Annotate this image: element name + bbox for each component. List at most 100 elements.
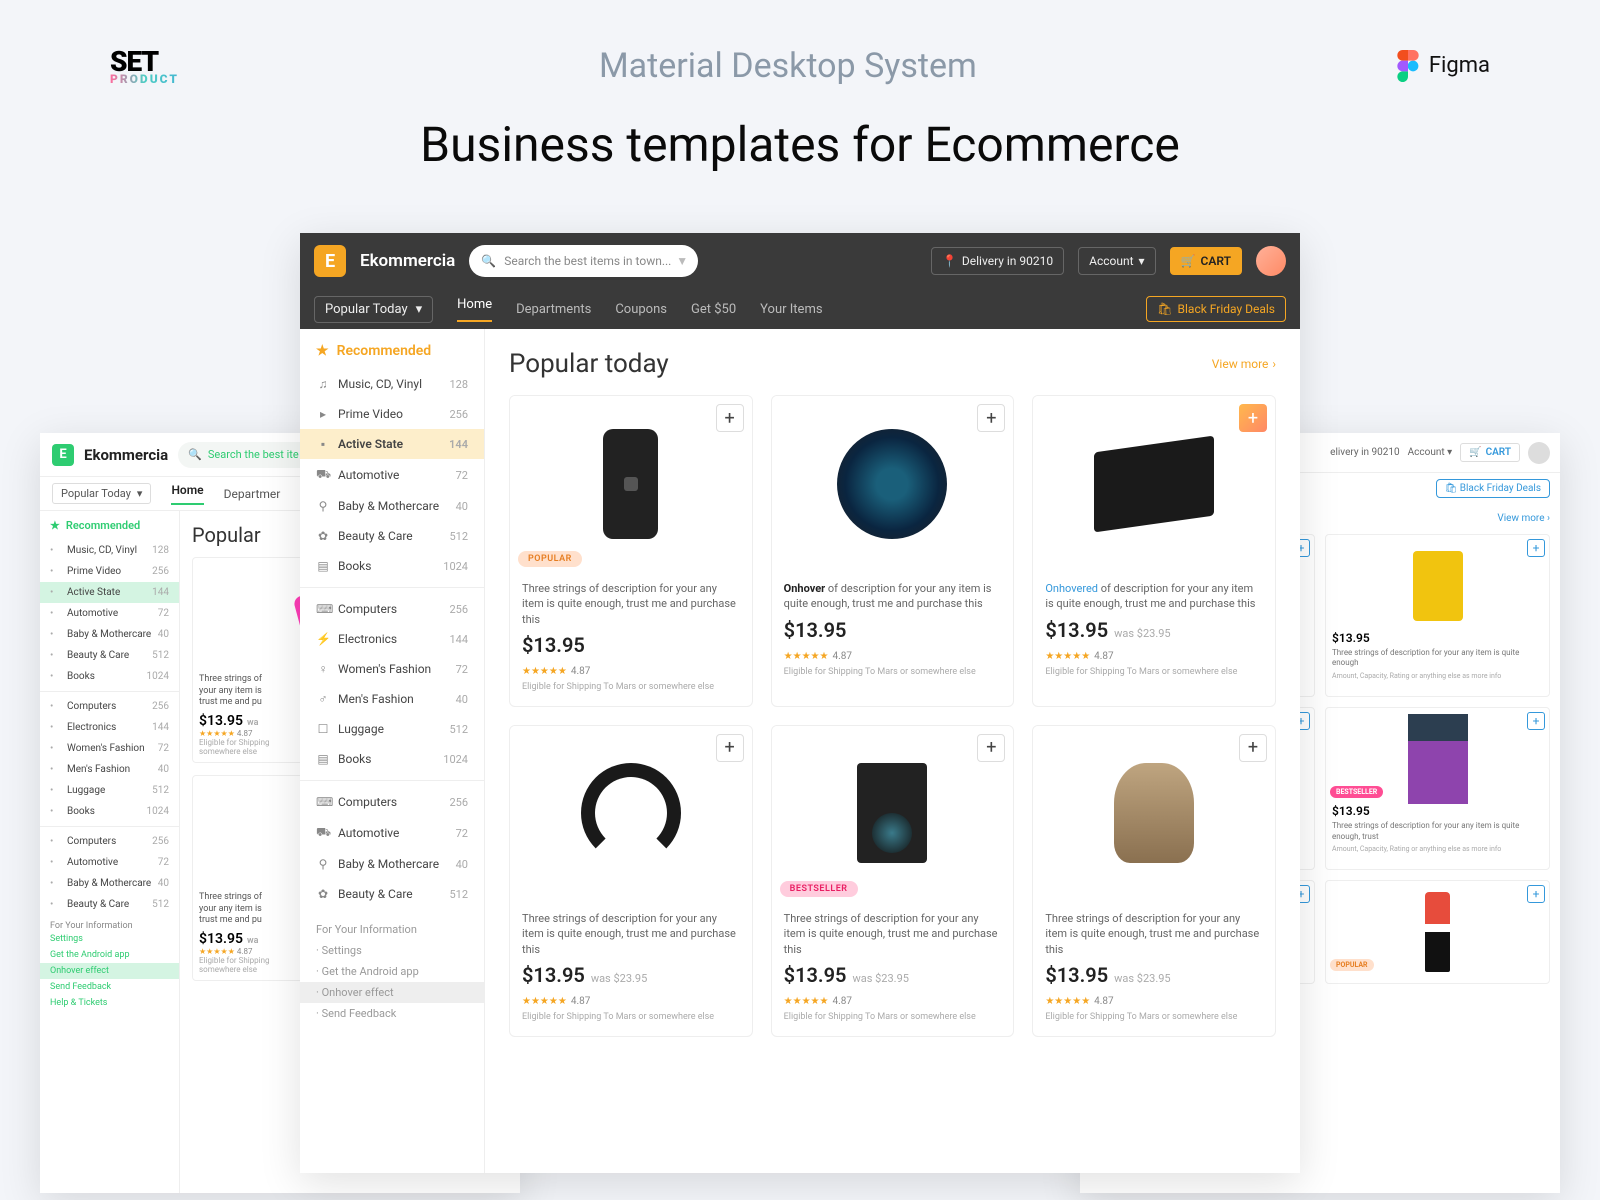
sidebar-category[interactable]: ▪Active State144: [300, 429, 484, 459]
sidebar-category[interactable]: •Women's Fashion72: [40, 738, 179, 759]
product-card[interactable]: + Three strings of description for your …: [1032, 725, 1276, 1037]
footer-feedback[interactable]: Send Feedback: [50, 979, 169, 995]
product-card[interactable]: + POPULAR Three strings of description f…: [509, 395, 753, 707]
account-menu[interactable]: Account ▾: [1408, 447, 1453, 458]
footer-settings[interactable]: Settings: [50, 931, 169, 947]
product-description: Three strings of description for your an…: [784, 911, 1002, 957]
sidebar-category[interactable]: ✿Beauty & Care512: [300, 521, 484, 551]
footer-onhover[interactable]: Onhover effect: [40, 963, 179, 979]
sidebar-category[interactable]: •Beauty & Care512: [40, 894, 179, 915]
sidebar-category[interactable]: ⚲Baby & Mothercare40: [300, 849, 484, 879]
product-card[interactable]: + Onhovered of description for your any …: [1032, 395, 1276, 707]
sidebar-category[interactable]: •Beauty & Care512: [40, 645, 179, 666]
tab-departments[interactable]: Departments: [516, 302, 591, 317]
sidebar-category[interactable]: ⌨Computers256: [300, 787, 484, 817]
footer-android[interactable]: · Get the Android app: [316, 961, 468, 982]
product-badge: POPULAR: [1330, 959, 1374, 971]
view-more-link[interactable]: View more ›: [1212, 357, 1276, 371]
add-button[interactable]: +: [1527, 712, 1545, 730]
sidebar-category[interactable]: •Computers256: [40, 831, 179, 852]
sidebar-category[interactable]: •Prime Video256: [40, 561, 179, 582]
product-card[interactable]: + Three strings of description for your …: [509, 725, 753, 1037]
cart-button[interactable]: 🛒CART: [1460, 443, 1520, 462]
cart-icon: 🛒: [1181, 254, 1196, 268]
product-card[interactable]: + Onhover of description for your any it…: [771, 395, 1015, 707]
avatar[interactable]: [1528, 442, 1550, 464]
category-icon: ✿: [316, 529, 330, 543]
popular-selector[interactable]: Popular Today▾: [52, 483, 151, 504]
footer-settings[interactable]: · Settings: [316, 940, 468, 961]
sidebar-recommended[interactable]: ★ Recommended: [300, 329, 484, 369]
sidebar-category[interactable]: ⛟Automotive72: [300, 817, 484, 849]
add-button[interactable]: +: [716, 404, 744, 432]
sidebar-category[interactable]: •Electronics144: [40, 717, 179, 738]
add-button[interactable]: +: [977, 734, 1005, 762]
add-button[interactable]: +: [977, 404, 1005, 432]
sidebar-category[interactable]: ♂Men's Fashion40: [300, 684, 484, 714]
tab-departments[interactable]: Departmer: [224, 487, 281, 501]
sidebar-category[interactable]: •Computers256: [40, 696, 179, 717]
avatar[interactable]: [1256, 246, 1286, 276]
black-friday-button[interactable]: 🛍 Black Friday Deals: [1436, 479, 1550, 498]
footer-feedback[interactable]: · Send Feedback: [316, 1003, 468, 1024]
sidebar-category[interactable]: ▸Prime Video256: [300, 399, 484, 429]
delivery-button[interactable]: 📍Delivery in 90210: [931, 247, 1064, 275]
sidebar-category[interactable]: ♫Music, CD, Vinyl128: [300, 369, 484, 399]
category-icon: ▤: [316, 752, 330, 766]
sidebar-category[interactable]: ⚲Baby & Mothercare40: [300, 491, 484, 521]
sidebar-category[interactable]: ✿Beauty & Care512: [300, 879, 484, 909]
category-icon: ⚡: [316, 632, 330, 646]
search-input[interactable]: 🔍 Search the best items in town... ▼: [469, 245, 698, 277]
sidebar-category[interactable]: •Music, CD, Vinyl128: [40, 540, 179, 561]
rating-stars: ★★★★★: [784, 651, 829, 662]
black-friday-button[interactable]: 🛍Black Friday Deals: [1146, 296, 1286, 322]
sidebar-category[interactable]: •Baby & Mothercare40: [40, 873, 179, 894]
sidebar-category[interactable]: ⚡Electronics144: [300, 624, 484, 654]
sidebar-category[interactable]: ▤Books1024: [300, 744, 484, 774]
footer-help[interactable]: Help & Tickets: [50, 995, 169, 1011]
add-button[interactable]: +: [1239, 404, 1267, 432]
tab-coupons[interactable]: Coupons: [615, 302, 667, 317]
sidebar-category[interactable]: •Luggage512: [40, 780, 179, 801]
tab-your-items[interactable]: Your Items: [760, 302, 822, 317]
category-icon: ♀: [316, 662, 330, 676]
rating-stars: ★★★★★: [1045, 651, 1090, 662]
footer-android[interactable]: Get the Android app: [50, 947, 169, 963]
add-button[interactable]: +: [1527, 539, 1545, 557]
category-icon: ▪: [316, 437, 330, 451]
tab-home[interactable]: Home: [171, 483, 203, 505]
filter-icon[interactable]: ▼: [676, 254, 688, 268]
sidebar-category[interactable]: •Automotive72: [40, 852, 179, 873]
sidebar-category[interactable]: •Baby & Mothercare40: [40, 624, 179, 645]
product-card[interactable]: + $13.95 Three strings of description fo…: [1325, 534, 1550, 697]
sidebar-category[interactable]: •Automotive72: [40, 603, 179, 624]
product-card[interactable]: + BESTSELLER $13.95 Three strings of des…: [1325, 707, 1550, 870]
account-menu[interactable]: Account▾: [1078, 247, 1155, 275]
rating-value: 4.87: [1094, 996, 1114, 1007]
sidebar-category[interactable]: •Men's Fashion40: [40, 759, 179, 780]
tab-home[interactable]: Home: [457, 297, 492, 322]
category-count: 40: [456, 693, 468, 706]
product-card[interactable]: + POPULAR: [1325, 880, 1550, 984]
add-button[interactable]: +: [1527, 885, 1545, 903]
cart-button[interactable]: 🛒CART: [1170, 247, 1242, 275]
product-card[interactable]: + BESTSELLER Three strings of descriptio…: [771, 725, 1015, 1037]
footer-onhover[interactable]: · Onhover effect: [300, 982, 484, 1003]
tab-get50[interactable]: Get $50: [691, 302, 736, 317]
popular-selector[interactable]: Popular Today▾: [314, 296, 433, 323]
sidebar-category[interactable]: ▤Books1024: [300, 551, 484, 581]
sidebar-category[interactable]: •Books1024: [40, 801, 179, 822]
rating-value: 4.87: [571, 996, 591, 1007]
sidebar-category[interactable]: •Active State144: [40, 582, 179, 603]
add-button[interactable]: +: [1239, 734, 1267, 762]
rating-stars: ★★★★★: [1045, 996, 1090, 1007]
sidebar-category[interactable]: ⛟Automotive72: [300, 459, 484, 491]
product-price: $13.95was $23.95: [522, 963, 740, 987]
add-button[interactable]: +: [716, 734, 744, 762]
sidebar-category[interactable]: ⌨Computers256: [300, 594, 484, 624]
sidebar-category[interactable]: ♀Women's Fashion72: [300, 654, 484, 684]
sidebar-category[interactable]: ☐Luggage512: [300, 714, 484, 744]
sidebar-category[interactable]: •Books1024: [40, 666, 179, 687]
category-count: 1024: [147, 671, 169, 682]
sidebar-recommended[interactable]: ★ Recommended: [40, 511, 179, 540]
